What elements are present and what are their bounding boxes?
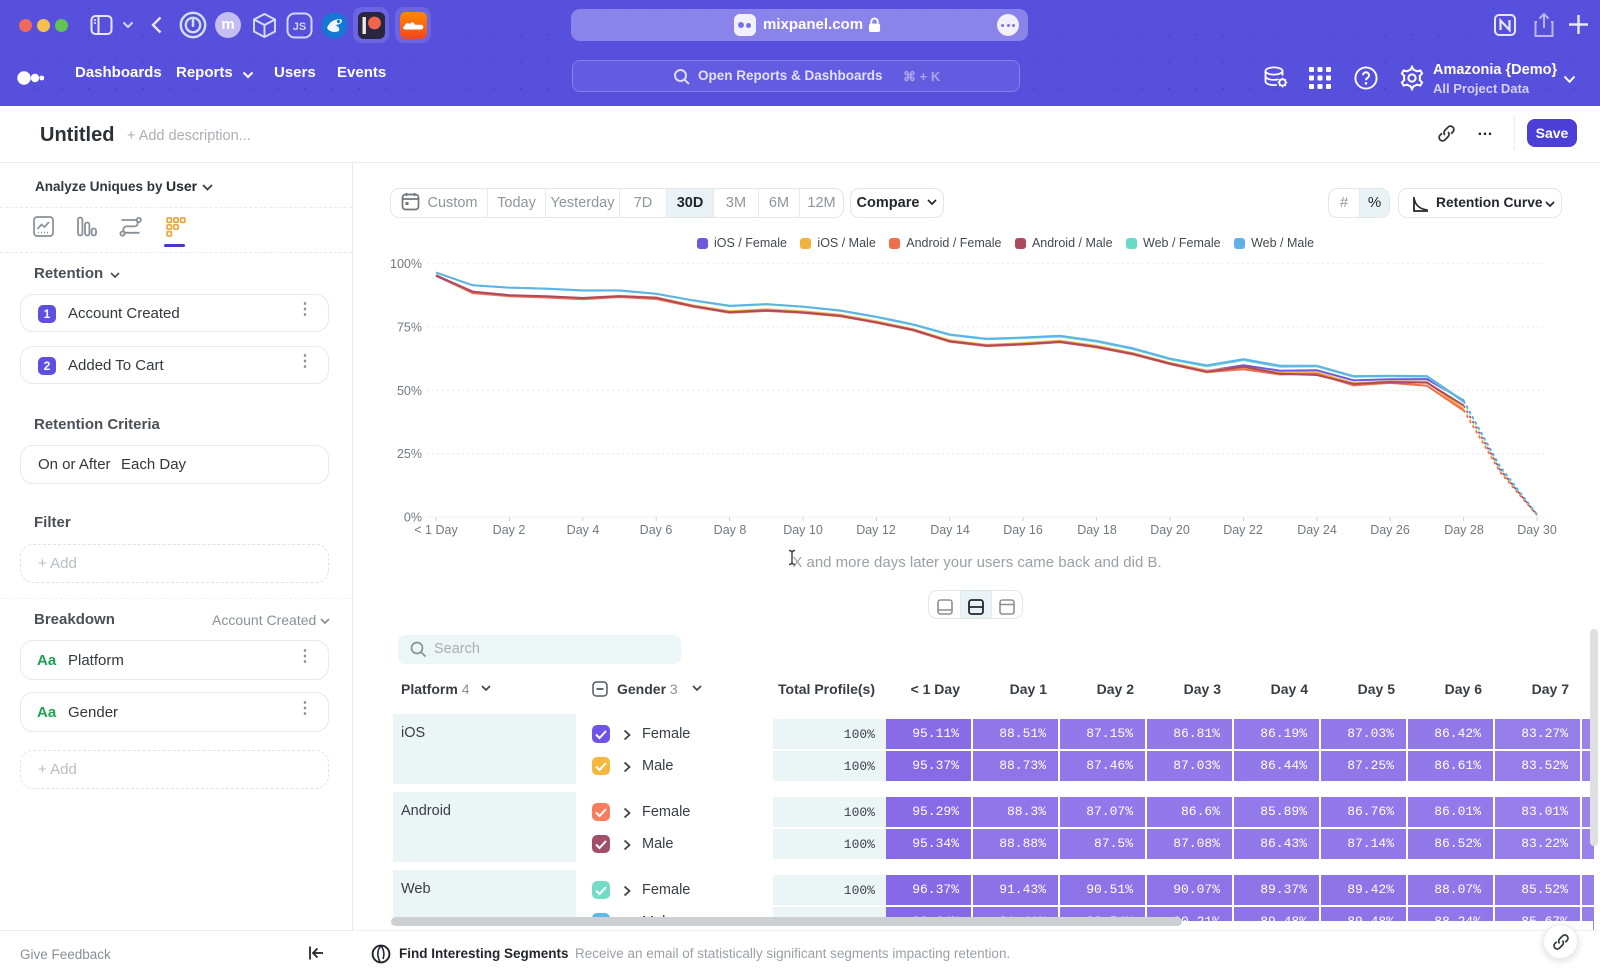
- svg-text:Day 22: Day 22: [1223, 523, 1263, 537]
- svg-text:JS: JS: [293, 21, 306, 33]
- svg-text:Day 24: Day 24: [1297, 523, 1337, 537]
- svg-text:Day 26: Day 26: [1370, 523, 1410, 537]
- svg-text:100%: 100%: [390, 257, 422, 271]
- svg-text:Day 4: Day 4: [567, 523, 600, 537]
- svg-text:Day 16: Day 16: [1003, 523, 1043, 537]
- svg-text:Day 10: Day 10: [783, 523, 823, 537]
- svg-text:Day 8: Day 8: [714, 523, 747, 537]
- svg-text:Day 2: Day 2: [493, 523, 526, 537]
- svg-text:Day 20: Day 20: [1150, 523, 1190, 537]
- svg-text:Day 14: Day 14: [930, 523, 970, 537]
- svg-text:75%: 75%: [397, 320, 422, 334]
- svg-text:Day 18: Day 18: [1077, 523, 1117, 537]
- svg-text:< 1 Day: < 1 Day: [414, 523, 458, 537]
- svg-text:50%: 50%: [397, 384, 422, 398]
- svg-text:Day 28: Day 28: [1444, 523, 1484, 537]
- svg-text:Day 30: Day 30: [1517, 523, 1557, 537]
- svg-text:25%: 25%: [397, 447, 422, 461]
- svg-text:Day 12: Day 12: [856, 523, 896, 537]
- svg-text:Day 6: Day 6: [640, 523, 673, 537]
